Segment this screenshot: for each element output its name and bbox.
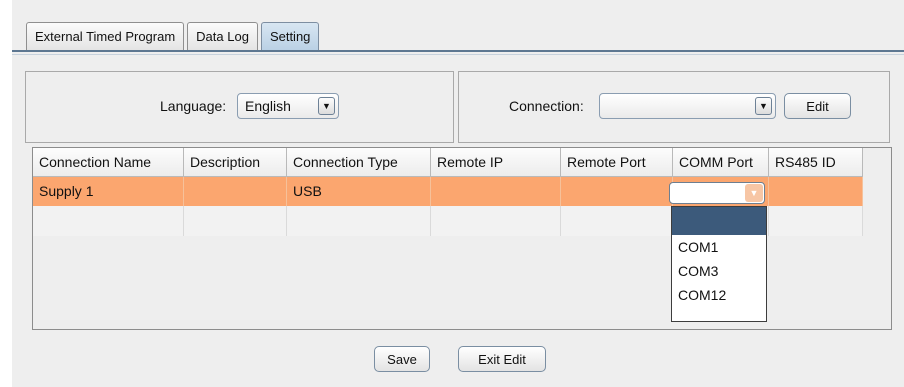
tab-data-log[interactable]: Data Log (187, 22, 258, 50)
cell-connection-name[interactable]: Supply 1 (33, 177, 184, 206)
cell-description[interactable] (184, 177, 287, 206)
cell-remote-port[interactable] (561, 206, 673, 236)
exit-edit-button[interactable]: Exit Edit (458, 346, 546, 372)
dropdown-option[interactable]: COM1 (672, 235, 766, 259)
cell-remote-port[interactable] (561, 177, 673, 206)
connection-panel: Connection: ▼ Edit (458, 71, 890, 143)
column-header[interactable]: Remote IP (431, 148, 561, 177)
column-header[interactable]: COMM Port (673, 148, 769, 177)
chevron-down-icon[interactable]: ▼ (755, 97, 772, 115)
cell-rs485-id[interactable] (769, 206, 863, 236)
table-header: Connection Name Description Connection T… (33, 148, 863, 177)
dropdown-option[interactable] (672, 207, 766, 235)
language-panel: Language: English ▼ (25, 71, 454, 143)
language-value: English (245, 98, 291, 114)
tab-bar: External Timed Program Data Log Setting (26, 22, 322, 52)
comm-port-dropdown: COM1 COM3 COM12 (671, 206, 767, 322)
chevron-down-icon[interactable]: ▼ (745, 184, 763, 202)
cell-rs485-id[interactable] (769, 177, 863, 206)
column-header[interactable]: Remote Port (561, 148, 673, 177)
cell-connection-name[interactable] (33, 206, 184, 236)
tab-external-timed-program[interactable]: External Timed Program (26, 22, 185, 50)
save-button[interactable]: Save (374, 346, 430, 372)
connection-select[interactable]: ▼ (599, 93, 776, 119)
edit-button[interactable]: Edit (784, 93, 851, 119)
cell-connection-type[interactable] (287, 206, 431, 236)
dropdown-option[interactable]: COM3 (672, 259, 766, 283)
cell-remote-ip[interactable] (431, 206, 561, 236)
language-select[interactable]: English ▼ (237, 93, 339, 119)
column-header[interactable]: Description (184, 148, 287, 177)
column-header[interactable]: Connection Name (33, 148, 184, 177)
settings-window: External Timed Program Data Log Setting … (12, 0, 904, 387)
cell-description[interactable] (184, 206, 287, 236)
cell-remote-ip[interactable] (431, 177, 561, 206)
tab-setting[interactable]: Setting (260, 22, 320, 52)
cell-connection-type[interactable]: USB (287, 177, 431, 206)
dropdown-option[interactable]: COM12 (672, 283, 766, 307)
column-header[interactable]: Connection Type (287, 148, 431, 177)
tab-divider-shadow (12, 54, 904, 55)
tab-divider (12, 50, 904, 52)
chevron-down-icon[interactable]: ▼ (318, 97, 335, 115)
column-header[interactable]: RS485 ID (769, 148, 863, 177)
comm-port-select[interactable]: ▼ (669, 182, 765, 204)
connection-label: Connection: (509, 98, 584, 114)
language-label: Language: (160, 98, 227, 114)
